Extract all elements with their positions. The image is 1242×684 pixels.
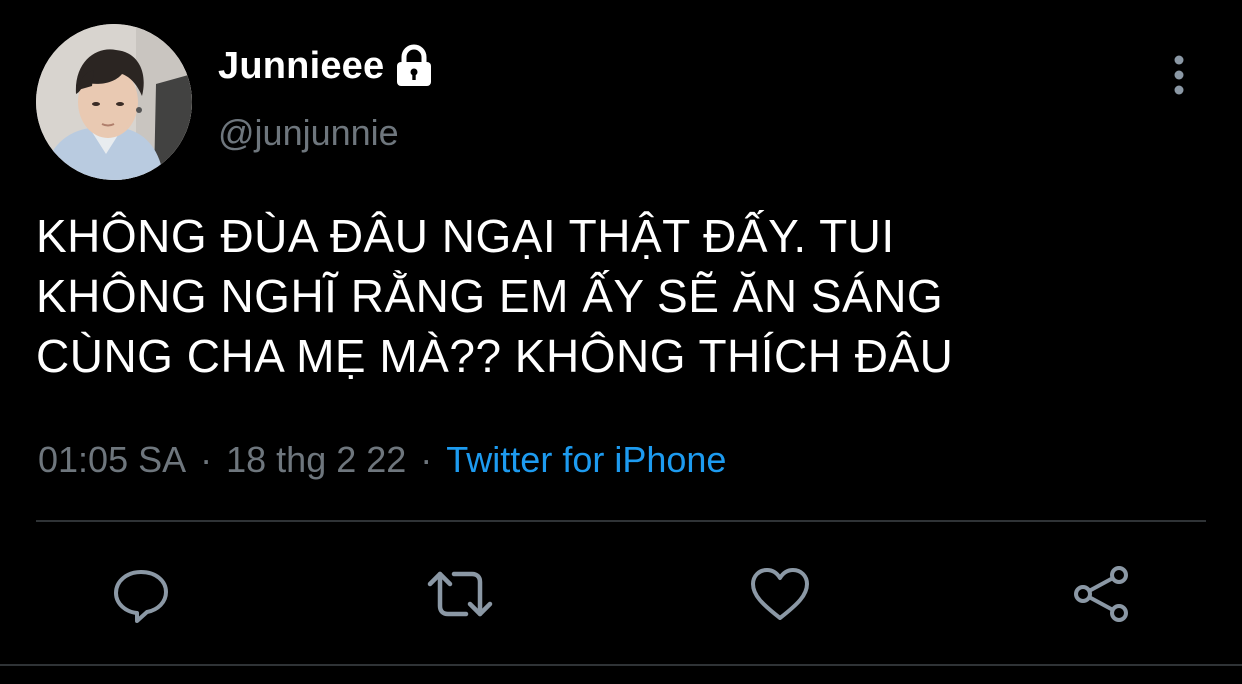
tweet-text-line: KHÔNG NGHĨ RẰNG EM ẤY SẼ ĂN SÁNG — [36, 270, 944, 322]
display-name-row: Junnieee — [218, 40, 434, 92]
retweet-icon — [427, 571, 493, 617]
share-icon — [1074, 566, 1128, 622]
tweet-text-line: KHÔNG ĐÙA ĐÂU NGẠI THẬT ĐẤY. TUI — [36, 210, 895, 262]
tweet-meta: 01:05 SA · 18 thg 2 22 · Twitter for iPh… — [38, 436, 726, 484]
user-handle[interactable]: @junjunnie — [218, 112, 399, 154]
retweet-button[interactable] — [422, 556, 498, 632]
reply-button[interactable] — [103, 556, 179, 632]
tweet-text-line: CÙNG CHA MẸ MÀ?? KHÔNG THÍCH ĐÂU — [36, 330, 954, 382]
action-bar — [0, 556, 1242, 632]
meta-separator: · — [420, 439, 433, 480]
tweet-text: KHÔNG ĐÙA ĐÂU NGẠI THẬT ĐẤY. TUI KHÔNG N… — [36, 206, 1196, 386]
heart-icon — [751, 568, 809, 620]
like-button[interactable] — [742, 556, 818, 632]
avatar-image — [36, 24, 192, 180]
reply-icon — [114, 570, 168, 623]
tweet-time: 01:05 SA — [38, 439, 187, 480]
meta-separator: · — [200, 439, 213, 480]
display-name[interactable]: Junnieee — [218, 45, 384, 88]
tweet-date: 18 thg 2 22 — [226, 439, 407, 480]
source-link[interactable]: Twitter for iPhone — [446, 439, 726, 481]
avatar[interactable] — [36, 24, 192, 180]
lock-icon — [394, 44, 434, 88]
share-button[interactable] — [1063, 556, 1139, 632]
divider — [36, 520, 1206, 522]
bottom-divider — [0, 664, 1242, 666]
more-options-icon[interactable] — [1162, 54, 1196, 96]
